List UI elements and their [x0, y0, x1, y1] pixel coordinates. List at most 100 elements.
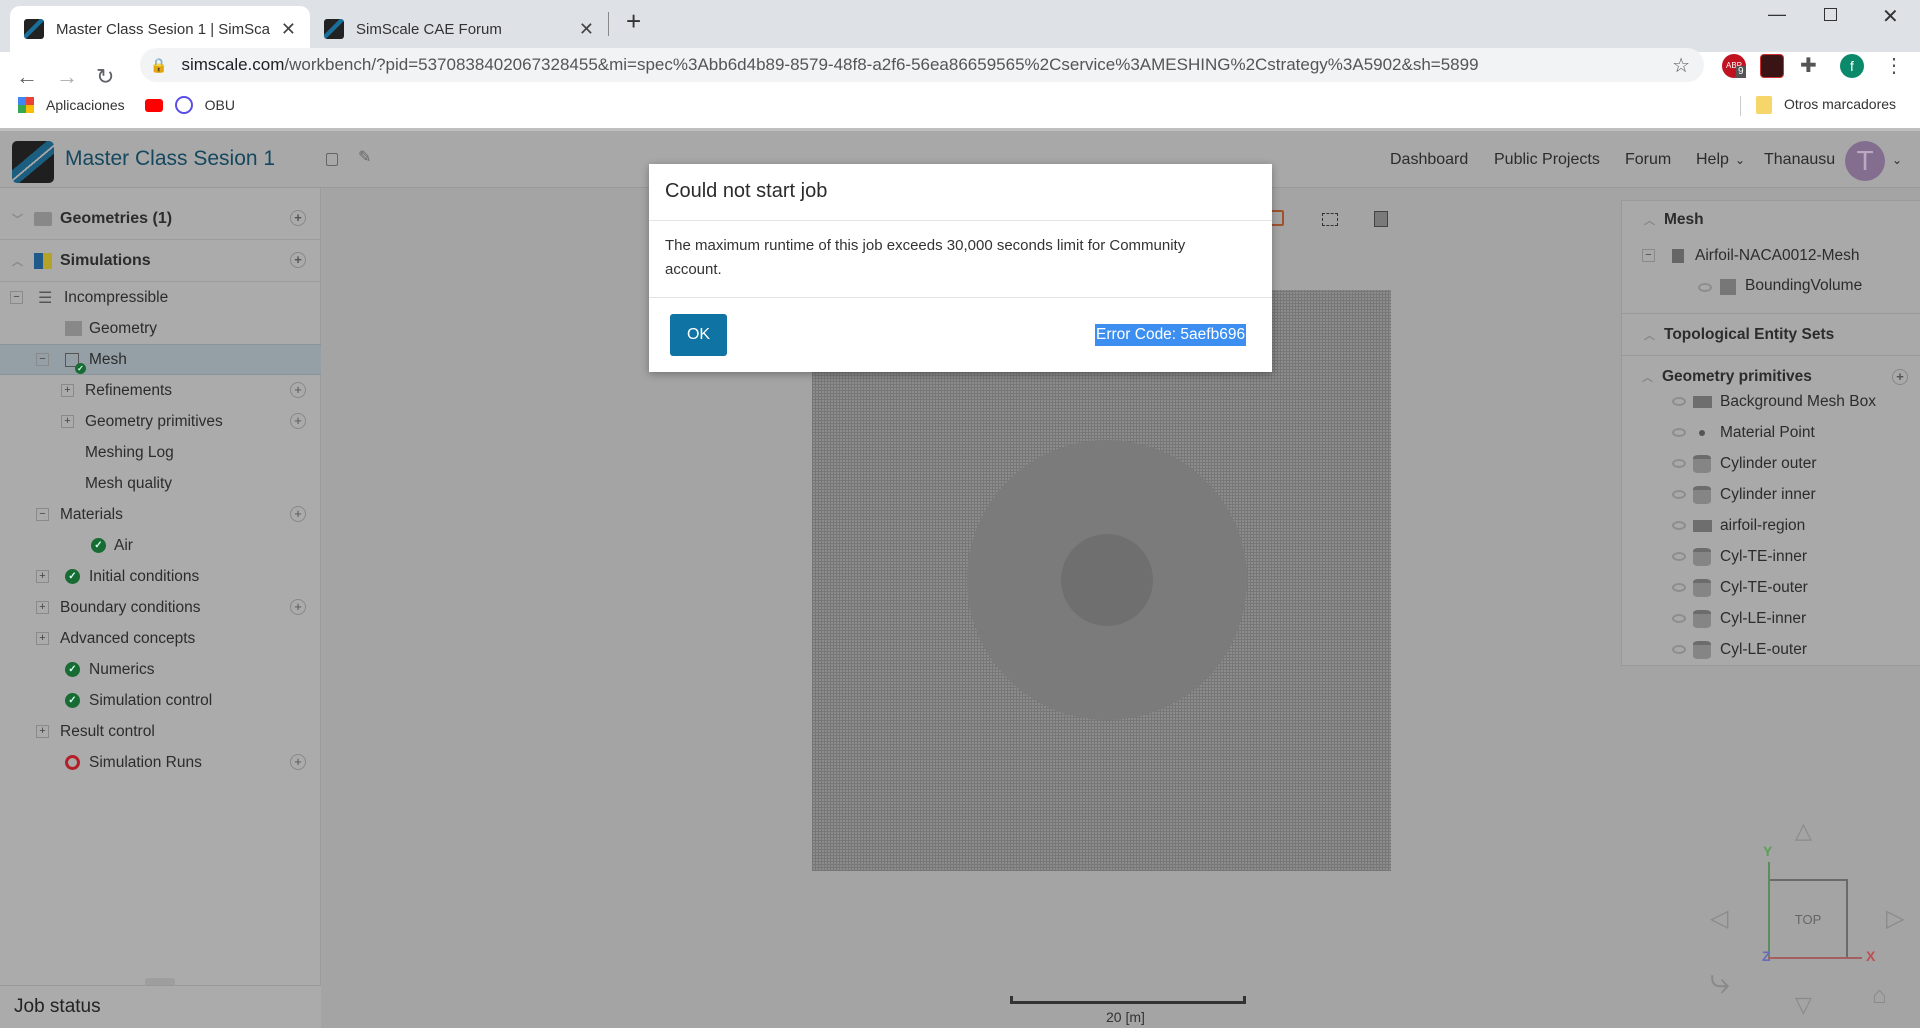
hidden-eye-icon[interactable] — [1672, 397, 1686, 406]
roll-arrow-icon[interactable]: ⤷ — [1710, 960, 1730, 1003]
profile-avatar[interactable]: f — [1840, 54, 1864, 78]
primitive-item[interactable]: Cylinder outer — [1622, 448, 1920, 479]
tree-item-geometry-primitives[interactable]: + Geometry primitives + — [0, 406, 321, 437]
mesh-item[interactable]: − Airfoil-NACA0012-Mesh — [1622, 240, 1920, 271]
primitive-item[interactable]: airfoil-region — [1622, 510, 1920, 541]
minimize-button[interactable]: — — [1768, 4, 1786, 25]
tree-item-refinements[interactable]: + Refinements + — [0, 375, 321, 406]
visibility-eye-icon[interactable] — [1698, 283, 1712, 292]
nav-public-projects[interactable]: Public Projects — [1494, 151, 1600, 169]
nav-forum[interactable]: Forum — [1625, 151, 1671, 169]
geometries-section[interactable]: ﹀ Geometries (1) + — [0, 198, 321, 240]
restore-button[interactable] — [1824, 8, 1837, 21]
tree-item-air[interactable]: ✓ Air — [0, 530, 321, 561]
primitive-item[interactable]: Cyl-TE-inner — [1622, 541, 1920, 572]
copy-icon[interactable] — [326, 153, 338, 166]
tree-item-boundary-conditions[interactable]: + Boundary conditions + — [0, 592, 321, 623]
add-refinement-button[interactable]: + — [290, 382, 306, 398]
rotate-up-arrow-icon[interactable]: △ — [1795, 818, 1812, 844]
bookmark-obu[interactable]: OBU — [205, 97, 235, 113]
mesh-display-icon[interactable] — [1374, 211, 1388, 227]
youtube-icon[interactable] — [144, 98, 163, 112]
tree-item-geometry[interactable]: Geometry — [0, 313, 321, 344]
mesh-rendering[interactable] — [812, 290, 1391, 871]
tree-item-mesh-quality[interactable]: Mesh quality — [0, 468, 321, 499]
mesh-object-icon — [1672, 248, 1684, 263]
add-simulation-button[interactable]: + — [290, 252, 306, 268]
tree-item-incompressible[interactable]: − ☰ Incompressible — [0, 282, 321, 313]
acrobat-extension-icon[interactable] — [1760, 54, 1784, 78]
hidden-eye-icon[interactable] — [1672, 521, 1686, 530]
add-geometry-button[interactable]: + — [290, 210, 306, 226]
hidden-eye-icon[interactable] — [1672, 552, 1686, 561]
help-chevron-down-icon[interactable]: ⌄ — [1735, 153, 1745, 167]
add-run-button[interactable]: + — [290, 754, 306, 770]
primitive-item[interactable]: Cyl-TE-outer — [1622, 572, 1920, 603]
tab-simscale-forum[interactable]: SimScale CAE Forum ✕ — [310, 6, 608, 52]
bounding-volume-item[interactable]: BoundingVolume — [1622, 272, 1920, 314]
adblock-extension-icon[interactable]: ABP 9 — [1722, 54, 1746, 78]
dialog-message: The maximum runtime of this job exceeds … — [665, 237, 1186, 278]
bookmark-star-icon[interactable]: ☆ — [1672, 53, 1690, 78]
new-tab-button[interactable]: + — [626, 6, 641, 37]
reload-icon[interactable]: ↻ — [96, 64, 114, 90]
primitive-item[interactable]: Cyl-LE-inner — [1622, 603, 1920, 634]
browser-menu-icon[interactable]: ⋮ — [1884, 54, 1908, 78]
simulations-section[interactable]: ︿ Simulations + — [0, 240, 321, 282]
ok-button[interactable]: OK — [670, 314, 727, 356]
view-cube-icon[interactable] — [1270, 210, 1284, 226]
tree-item-advanced-concepts[interactable]: + Advanced concepts — [0, 623, 321, 654]
back-icon[interactable]: ← — [16, 64, 38, 90]
home-view-icon[interactable]: ⌂ — [1872, 982, 1887, 1010]
user-chevron-down-icon[interactable]: ⌄ — [1892, 153, 1902, 167]
box-icon — [1720, 279, 1736, 295]
close-tab-icon[interactable]: ✕ — [579, 19, 594, 40]
hidden-eye-icon[interactable] — [1672, 645, 1686, 654]
hidden-eye-icon[interactable] — [1672, 490, 1686, 499]
scale-bar — [1010, 996, 1246, 1004]
box-select-icon[interactable] — [1322, 213, 1338, 226]
bookmark-aplicaciones[interactable]: Aplicaciones — [46, 97, 125, 113]
mesh-section-header[interactable]: ︿ Mesh — [1622, 204, 1920, 235]
user-avatar[interactable]: T — [1845, 141, 1885, 181]
y-axis-label: Y — [1763, 843, 1773, 859]
primitive-item[interactable]: Background Mesh Box — [1622, 386, 1920, 417]
edit-pencil-icon[interactable]: ✎ — [358, 147, 371, 167]
tree-item-materials[interactable]: − Materials + — [0, 499, 321, 530]
topological-entity-sets-header[interactable]: ︿ Topological Entity Sets — [1622, 314, 1920, 356]
forward-icon[interactable]: → — [56, 64, 78, 90]
hidden-eye-icon[interactable] — [1672, 614, 1686, 623]
hidden-eye-icon[interactable] — [1672, 459, 1686, 468]
panel-resize-handle[interactable] — [145, 978, 175, 985]
extensions-puzzle-icon[interactable]: ✚ — [1800, 54, 1824, 78]
add-primitive-button[interactable]: + — [290, 413, 306, 429]
nav-dashboard[interactable]: Dashboard — [1390, 151, 1468, 169]
close-window-button[interactable]: ✕ — [1882, 4, 1899, 29]
tree-item-mesh[interactable]: − ✓ Mesh — [0, 344, 321, 375]
hidden-eye-icon[interactable] — [1672, 583, 1686, 592]
tab-master-class[interactable]: Master Class Sesion 1 | SimScale ✕ — [10, 6, 310, 52]
primitive-item[interactable]: Cylinder inner — [1622, 479, 1920, 510]
primitive-item[interactable]: Material Point — [1622, 417, 1920, 448]
add-primitive-button[interactable]: + — [1892, 369, 1908, 385]
rotate-down-arrow-icon[interactable]: ▽ — [1795, 992, 1812, 1018]
tree-item-initial-conditions[interactable]: + ✓ Initial conditions — [0, 561, 321, 592]
tree-item-simulation-control[interactable]: ✓ Simulation control — [0, 685, 321, 716]
job-status-panel[interactable]: Job status — [0, 985, 321, 1028]
orientation-cube-top[interactable]: TOP — [1768, 879, 1848, 959]
add-material-button[interactable]: + — [290, 506, 306, 522]
add-boundary-condition-button[interactable]: + — [290, 599, 306, 615]
hidden-eye-icon[interactable] — [1672, 428, 1686, 437]
other-bookmarks[interactable]: Otros marcadores — [1784, 96, 1896, 112]
user-name[interactable]: Thanausu — [1764, 151, 1835, 169]
rotate-left-arrow-icon[interactable]: ◁ — [1710, 904, 1728, 933]
tree-item-simulation-runs[interactable]: Simulation Runs + — [0, 747, 321, 778]
nav-help[interactable]: Help — [1696, 151, 1729, 169]
tree-item-meshing-log[interactable]: Meshing Log — [0, 437, 321, 468]
close-tab-icon[interactable]: ✕ — [281, 19, 296, 40]
tree-item-result-control[interactable]: + Result control — [0, 716, 321, 747]
primitive-item[interactable]: Cyl-LE-outer — [1622, 634, 1920, 665]
url-bar[interactable]: 🔒 simscale.com/workbench/?pid=5370838402… — [140, 48, 1704, 82]
tree-item-numerics[interactable]: ✓ Numerics — [0, 654, 321, 685]
rotate-right-arrow-icon[interactable]: ▷ — [1886, 904, 1904, 933]
